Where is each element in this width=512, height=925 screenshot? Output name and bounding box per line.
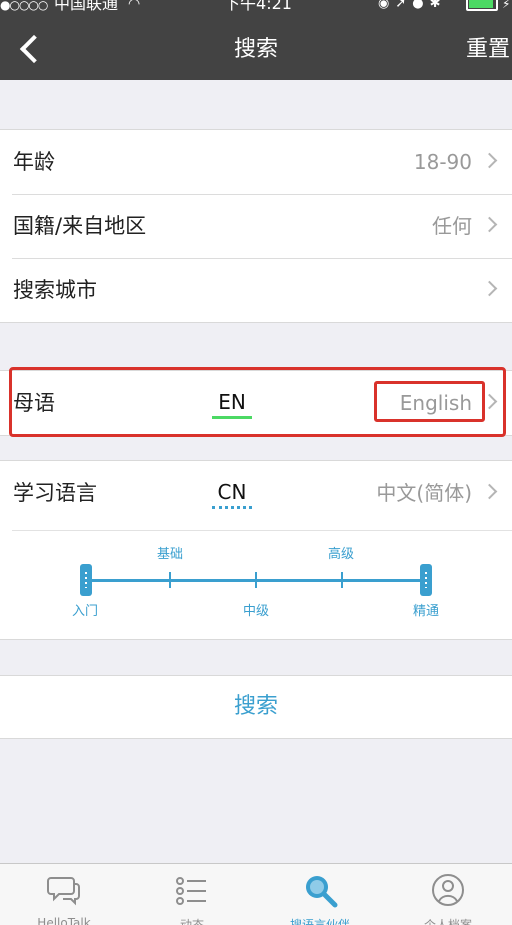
chevron-right-icon: [481, 393, 498, 410]
chevron-right-icon: [481, 152, 498, 169]
tab-search-partners[interactable]: 搜语言伙伴: [256, 864, 384, 925]
native-language-label: 母语: [13, 391, 55, 415]
slider-tick: [255, 572, 257, 588]
level-label-basic: 基础: [156, 547, 183, 562]
chevron-right-icon: [481, 483, 498, 500]
tab-label: 个人档案: [423, 918, 472, 925]
tab-label: HelloTalk: [37, 916, 91, 925]
age-value: 18-90: [413, 150, 472, 174]
native-language-row[interactable]: 母语 EN English: [0, 371, 512, 435]
tab-moments[interactable]: 动态: [128, 864, 256, 925]
filter-group: 年龄 18-90 国籍/来自地区 任何 搜索城市: [0, 129, 512, 323]
status-icons: ◉➚●✱: [378, 0, 447, 11]
chevron-right-icon: [481, 216, 498, 233]
back-button[interactable]: [14, 32, 46, 68]
level-label-beginner: 入门: [71, 604, 98, 619]
top-bar: ●○○○○ 中国联通 ◠ 下午4:21 ◉➚●✱ ⚡ 搜索 重置: [0, 0, 512, 80]
tab-hellotalk[interactable]: HelloTalk: [0, 864, 128, 925]
divider: [12, 530, 512, 531]
tab-bar: HelloTalk 动态 搜语言伙伴 个人档案: [0, 863, 512, 925]
page-title: 搜索: [233, 37, 278, 62]
native-language-code: EN: [212, 389, 252, 419]
slider-handle-min[interactable]: [80, 564, 92, 596]
tab-profile[interactable]: 个人档案: [384, 864, 512, 925]
filter-row-city[interactable]: 搜索城市: [0, 258, 512, 322]
native-language-value: English: [399, 391, 472, 415]
slider-tick: [169, 572, 171, 588]
level-label-proficient: 精通: [412, 604, 439, 619]
filter-row-nationality[interactable]: 国籍/来自地区 任何: [0, 194, 512, 258]
reset-button[interactable]: 重置: [466, 32, 510, 68]
tab-label: 搜语言伙伴: [289, 918, 350, 925]
search-button[interactable]: 搜索: [0, 675, 512, 739]
level-label-advanced: 高级: [327, 547, 354, 562]
battery-icon: [466, 0, 498, 11]
moments-list-icon: [176, 877, 206, 905]
wifi-icon: ◠: [128, 0, 141, 12]
learning-language-label: 学习语言: [13, 481, 97, 505]
filter-row-age[interactable]: 年龄 18-90: [0, 130, 512, 194]
learning-language-row[interactable]: 学习语言 CN 中文(简体): [0, 461, 512, 525]
nationality-label: 国籍/来自地区: [13, 214, 147, 238]
tab-label: 动态: [179, 918, 204, 925]
age-label: 年龄: [13, 150, 55, 174]
signal-strength: ●○○○○: [0, 0, 48, 12]
slider-tick: [341, 572, 343, 588]
search-icon: [306, 876, 338, 908]
profile-icon: [432, 874, 464, 906]
status-time: 下午4:21: [224, 0, 292, 13]
chevron-right-icon: [481, 280, 498, 297]
city-label: 搜索城市: [13, 278, 97, 302]
carrier-name: 中国联通: [54, 0, 119, 13]
nationality-value: 任何: [432, 214, 472, 238]
learning-language-code: CN: [212, 479, 252, 509]
chat-bubbles-icon: [47, 877, 80, 906]
native-language-group: 母语 EN English: [0, 370, 512, 436]
level-label-intermediate: 中级: [242, 604, 269, 619]
slider-handle-max[interactable]: [420, 564, 432, 596]
status-bar: ●○○○○ 中国联通 ◠ 下午4:21 ◉➚●✱ ⚡: [0, 0, 512, 14]
learning-language-value: 中文(简体): [376, 481, 472, 505]
charging-icon: ⚡: [502, 0, 511, 11]
